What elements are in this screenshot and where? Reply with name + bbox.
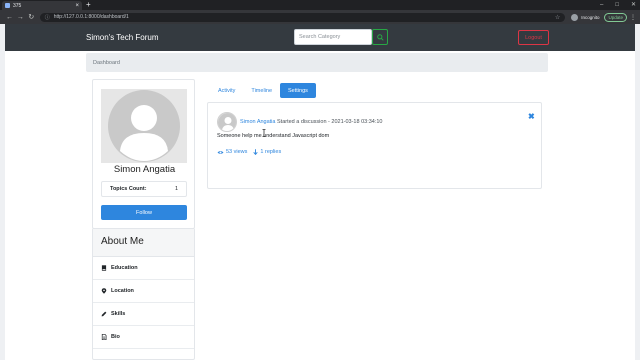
about-item-label: Location xyxy=(111,288,134,294)
post-meta: Simon Angatia Started a discussion - 202… xyxy=(240,119,382,125)
site-brand[interactable]: Simon's Tech Forum xyxy=(86,33,159,42)
maximize-icon[interactable]: □ xyxy=(615,0,619,10)
incognito-label: Incognito xyxy=(581,14,600,20)
follow-button[interactable]: Follow xyxy=(101,205,187,220)
post-author-avatar xyxy=(217,112,237,132)
update-button[interactable]: Update xyxy=(604,12,627,22)
arrow-down-icon xyxy=(253,149,259,155)
reload-icon[interactable]: ↻ xyxy=(26,13,37,21)
window-close-icon[interactable]: ✕ xyxy=(631,0,636,10)
breadcrumb: Dashboard xyxy=(86,53,548,72)
arrow-left-icon[interactable]: ← xyxy=(4,14,15,21)
tab-settings[interactable]: Settings xyxy=(280,83,316,98)
search-button[interactable] xyxy=(372,29,388,45)
search-icon xyxy=(376,33,384,41)
info-icon[interactable]: ⓘ xyxy=(45,14,50,21)
pencil-icon xyxy=(101,311,107,317)
book-icon xyxy=(101,265,107,271)
browser-tab[interactable]: 375 × xyxy=(2,1,82,10)
address-bar[interactable]: ⓘ http://127.0.0.1:8000/dashboard/1 ☆ xyxy=(39,12,566,22)
close-tab-icon[interactable]: × xyxy=(75,3,79,9)
profile-tabs: Activity Timeline Settings xyxy=(210,83,316,98)
address-url: http://127.0.0.1:8000/dashboard/1 xyxy=(53,14,129,20)
browser-tab-title: 375 xyxy=(13,2,22,9)
breadcrumb-dashboard[interactable]: Dashboard xyxy=(93,60,120,66)
post-title[interactable]: Someone help me understand Javascript do… xyxy=(217,133,329,139)
user-placeholder-icon xyxy=(108,90,180,162)
about-item-bio[interactable]: Bio xyxy=(93,326,194,349)
about-me-card: About Me Education Location Skills Bio xyxy=(92,228,195,360)
new-tab-button[interactable]: + xyxy=(86,0,91,10)
profile-avatar xyxy=(101,89,187,163)
bookmark-star-icon[interactable]: ☆ xyxy=(555,14,560,21)
incognito-profile[interactable]: Incognito xyxy=(571,13,600,21)
file-icon xyxy=(101,334,107,340)
about-item-label: Bio xyxy=(111,334,120,340)
minimize-icon[interactable]: – xyxy=(600,0,603,10)
search-input[interactable] xyxy=(294,29,372,45)
views-stat[interactable]: 53 views xyxy=(217,149,247,155)
browser-toolbar: ← → ↻ ⓘ http://127.0.0.1:8000/dashboard/… xyxy=(0,10,640,24)
browser-menu-icon[interactable]: ⋮ xyxy=(630,14,636,21)
about-item-label: Education xyxy=(111,265,138,271)
favicon-icon xyxy=(5,3,10,8)
about-item-skills[interactable]: Skills xyxy=(93,303,194,326)
tab-timeline[interactable]: Timeline xyxy=(243,83,280,98)
incognito-icon xyxy=(571,13,579,21)
replies-count: 1 replies xyxy=(260,149,282,155)
window-controls: – □ ✕ xyxy=(600,0,636,10)
post-action-text: Started a discussion - 2021-03-18 03:34:… xyxy=(275,119,383,125)
replies-stat[interactable]: 1 replies xyxy=(253,149,281,155)
discussion-card: Simon Angatia Started a discussion - 202… xyxy=(207,102,542,189)
browser-tab-strip: 375 × + – □ ✕ xyxy=(0,0,640,10)
post-stats: 53 views 1 replies xyxy=(217,149,281,155)
about-item-location[interactable]: Location xyxy=(93,280,194,303)
logout-button[interactable]: Logout xyxy=(518,30,549,45)
post-author-link[interactable]: Simon Angatia xyxy=(240,119,275,125)
eye-icon xyxy=(217,150,224,154)
text-cursor-icon xyxy=(262,129,266,137)
views-count: 53 views xyxy=(226,149,248,155)
topics-count-box: Topics Count: 1 xyxy=(101,181,187,197)
map-marker-icon xyxy=(101,288,107,294)
arrow-right-icon[interactable]: → xyxy=(15,14,26,21)
about-item-label: Skills xyxy=(111,311,126,317)
site-navbar: Simon's Tech Forum Logout xyxy=(5,24,635,51)
topics-count-label: Topics Count: xyxy=(110,186,147,192)
about-me-title: About Me xyxy=(93,229,194,257)
user-placeholder-icon xyxy=(218,113,236,131)
delete-post-icon[interactable]: ✖ xyxy=(528,112,535,121)
profile-name: Simon Angatia xyxy=(113,164,176,175)
topics-count-value: 1 xyxy=(174,186,178,192)
profile-card: Simon Angatia Topics Count: 1 Follow xyxy=(92,79,195,229)
tab-activity[interactable]: Activity xyxy=(210,83,243,98)
about-item-education[interactable]: Education xyxy=(93,257,194,280)
